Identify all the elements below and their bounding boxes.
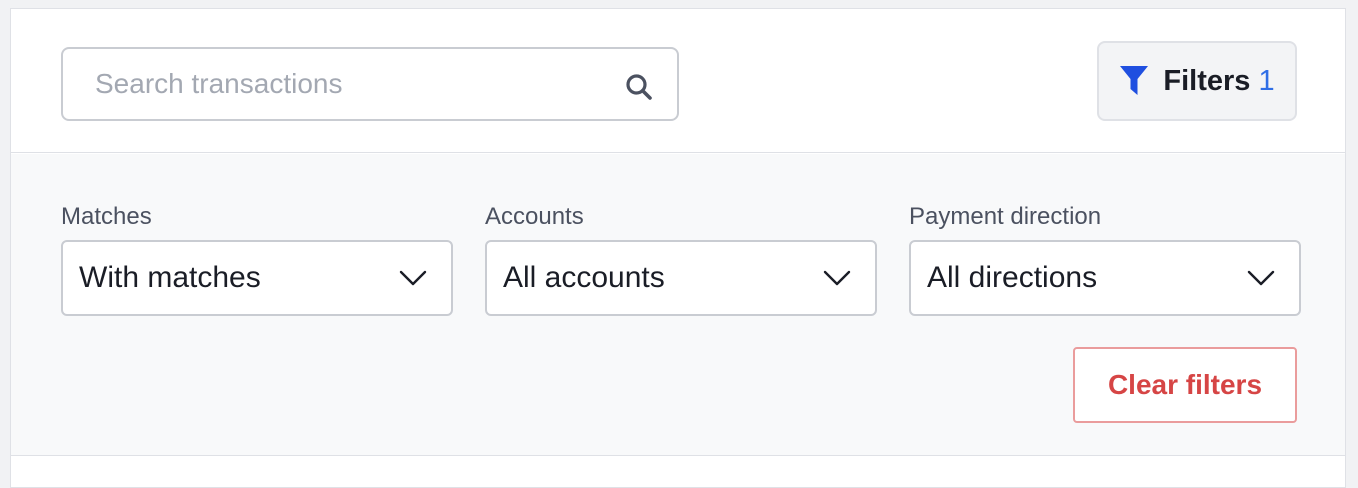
- matches-select-value: With matches: [79, 261, 261, 294]
- chevron-down-icon: [399, 270, 427, 286]
- funnel-icon: [1120, 66, 1149, 95]
- search-toolbar: Filters 1: [11, 9, 1345, 153]
- payment-direction-filter: Payment direction All directions: [909, 202, 1301, 316]
- accounts-filter-label: Accounts: [485, 203, 584, 230]
- payment-direction-select[interactable]: All directions: [909, 240, 1301, 316]
- payment-direction-select-value: All directions: [927, 261, 1098, 294]
- matches-select[interactable]: With matches: [61, 240, 453, 316]
- clear-filters-button[interactable]: Clear filters: [1073, 347, 1297, 423]
- accounts-filter: Accounts All accounts: [485, 202, 877, 316]
- chevron-down-icon: [823, 270, 851, 286]
- active-filters-count: 1: [1258, 64, 1275, 97]
- search-box[interactable]: [61, 47, 679, 121]
- filters-button[interactable]: Filters 1: [1097, 41, 1297, 121]
- matches-filter: Matches With matches: [61, 202, 453, 316]
- chevron-down-icon: [1247, 270, 1275, 286]
- accounts-select[interactable]: All accounts: [485, 240, 877, 316]
- search-input[interactable]: [63, 49, 677, 119]
- accounts-select-value: All accounts: [503, 261, 665, 294]
- matches-filter-label: Matches: [61, 203, 152, 230]
- payment-direction-filter-label: Payment direction: [909, 203, 1102, 230]
- filters-button-label: Filters: [1163, 64, 1251, 97]
- search-icon[interactable]: [625, 73, 653, 101]
- filter-area: Matches With matches Accounts All accoun…: [11, 154, 1345, 456]
- transactions-filter-panel: Filters 1 Matches With matches Accounts …: [10, 8, 1346, 488]
